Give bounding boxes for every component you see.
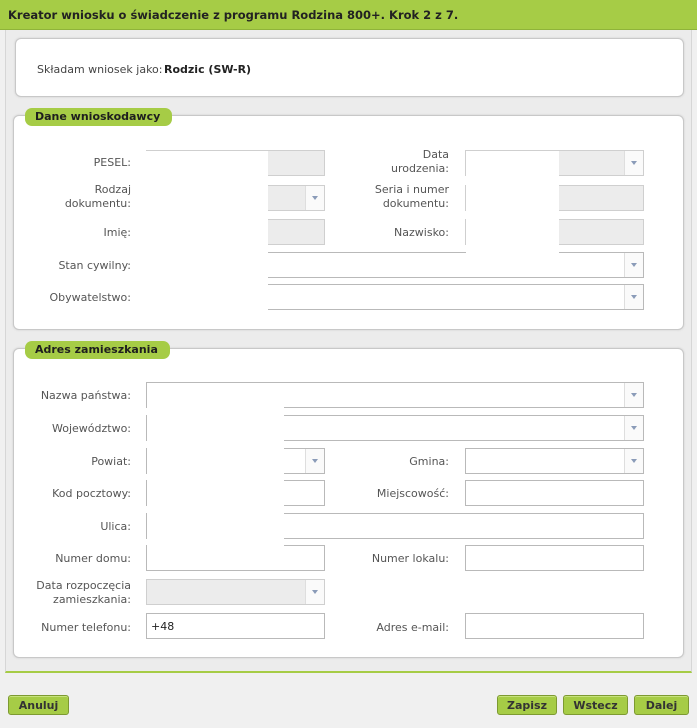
marital-status-label: Stan cywilny: [58, 259, 131, 272]
birth-date-label: Data urodzenia: [391, 148, 449, 175]
apartment-number-field[interactable] [465, 545, 644, 571]
chevron-down-icon[interactable] [624, 416, 643, 440]
applicant-role-value: Rodzic (SW-R) [164, 63, 252, 76]
applicant-section: Dane wnioskodawcy PESEL: Data urodzenia:… [13, 108, 684, 330]
email-field[interactable] [465, 613, 644, 639]
address-section-legend: Adres zamieszkania [25, 341, 170, 359]
redacted-area [146, 151, 268, 315]
city-label: Miejscowość: [376, 487, 449, 500]
address-section: Adres zamieszkania Nazwa państwa: Wojewó… [13, 341, 684, 658]
phone-field[interactable]: +48 [146, 613, 325, 639]
chevron-down-icon[interactable] [624, 253, 643, 277]
wizard-content: Składam wniosek jako: Rodzic (SW-R) Dane… [5, 30, 692, 673]
city-field[interactable] [465, 480, 644, 506]
last-name-label: Nazwisko: [394, 226, 449, 239]
cancel-button[interactable]: Anuluj [8, 695, 69, 715]
chevron-down-icon[interactable] [624, 285, 643, 309]
applicant-role-label: Składam wniosek jako: [37, 63, 163, 76]
citizenship-label: Obywatelstwo: [49, 291, 131, 304]
chevron-down-icon[interactable] [624, 151, 643, 175]
redacted-area [466, 151, 559, 270]
residence-start-date-picker[interactable] [146, 579, 325, 605]
document-number-label: Seria i numer dokumentu: [374, 183, 449, 210]
document-type-label: Rodzaj dokumentu: [64, 183, 131, 210]
commune-select[interactable] [465, 448, 644, 474]
chevron-down-icon[interactable] [624, 383, 643, 407]
residence-start-label: Data rozpoczęcia zamieszkania: [36, 579, 131, 606]
country-label: Nazwa państwa: [40, 389, 131, 402]
phone-label: Numer telefonu: [41, 621, 131, 634]
save-button[interactable]: Zapisz [497, 695, 557, 715]
chevron-down-icon[interactable] [624, 449, 643, 473]
next-button[interactable]: Dalej [634, 695, 689, 715]
pesel-label: PESEL: [93, 156, 131, 169]
apartment-number-label: Numer lokalu: [371, 552, 449, 565]
applicant-role-box: Składam wniosek jako: Rodzic (SW-R) [15, 38, 684, 97]
wizard-title: Kreator wniosku o świadczenie z programu… [0, 0, 697, 30]
first-name-label: Imię: [103, 226, 132, 239]
email-label: Adres e-mail: [376, 621, 449, 634]
street-label: Ulica: [100, 520, 131, 533]
applicant-section-legend: Dane wnioskodawcy [25, 108, 173, 126]
redacted-area [147, 383, 284, 570]
county-label: Powiat: [91, 455, 131, 468]
back-button[interactable]: Wstecz [563, 695, 628, 715]
commune-label: Gmina: [409, 455, 449, 468]
house-number-label: Numer domu: [55, 552, 131, 565]
voivodeship-label: Województwo: [51, 422, 131, 435]
postal-code-label: Kod pocztowy: [52, 487, 131, 500]
chevron-down-icon[interactable] [305, 580, 324, 604]
